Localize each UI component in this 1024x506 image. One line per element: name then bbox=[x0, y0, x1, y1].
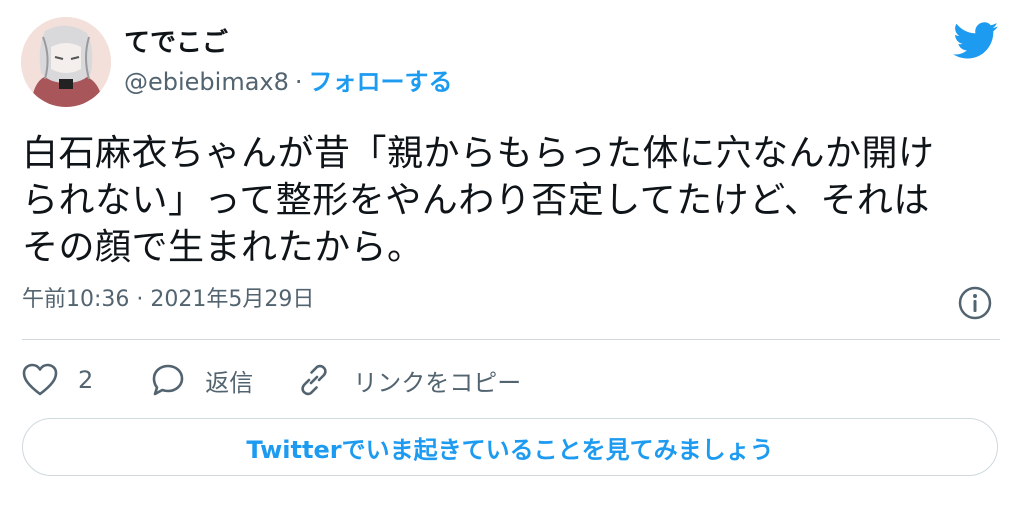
link-icon bbox=[301, 364, 327, 396]
separator-dot: · bbox=[294, 68, 303, 96]
action-bar: 2 返信 リンクをコピー bbox=[22, 360, 521, 400]
follow-button[interactable]: フォローする bbox=[309, 68, 453, 96]
reply-label: 返信 bbox=[205, 368, 254, 397]
handle-row: @ebiebimax8 · フォローする bbox=[124, 66, 453, 98]
copy-link-button[interactable]: リンクをコピー bbox=[297, 363, 521, 398]
like-count: 2 bbox=[78, 366, 94, 394]
reply-button[interactable]: 返信 bbox=[151, 363, 253, 398]
divider bbox=[22, 339, 1000, 340]
display-name[interactable]: てでこご bbox=[124, 26, 228, 60]
tweet-line: その顔で生まれたから。 bbox=[22, 227, 424, 268]
explore-twitter-button[interactable]: Twitterでいま起きていることを見てみましょう bbox=[22, 418, 998, 476]
tweet-timestamp[interactable]: 午前10:36 · 2021年5月29日 bbox=[22, 285, 314, 315]
tweet-line: られない」って整形をやんわり否定してたけど、それは bbox=[22, 180, 930, 221]
copy-link-label: リンクをコピー bbox=[353, 368, 522, 397]
like-button[interactable]: 2 bbox=[22, 363, 93, 397]
twitter-bird-icon[interactable] bbox=[953, 22, 999, 60]
tweet-text: 白石麻衣ちゃんが昔「親からもらった体に穴なんか開け られない」って整形をやんわり… bbox=[22, 130, 997, 271]
tweet-line: 白石麻衣ちゃんが昔「親からもらった体に穴なんか開け bbox=[22, 133, 935, 174]
user-handle[interactable]: @ebiebimax8 bbox=[124, 68, 289, 96]
reply-bubble-icon bbox=[152, 364, 184, 396]
heart-icon bbox=[22, 363, 58, 396]
user-avatar[interactable] bbox=[21, 17, 111, 107]
info-icon[interactable] bbox=[957, 285, 993, 321]
avatar-illustration bbox=[21, 17, 111, 107]
